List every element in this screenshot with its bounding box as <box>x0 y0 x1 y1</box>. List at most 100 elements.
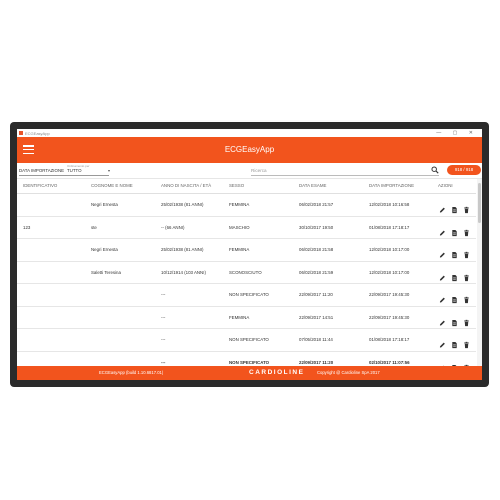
document-icon[interactable] <box>451 336 458 349</box>
cell-name: ste <box>91 224 97 230</box>
cell-id: 123 <box>23 224 31 230</box>
cell-import-date: 12/02/2018 10:16:58 <box>369 202 410 207</box>
cell-exam-date: 22/09/2017 14:51 <box>299 314 334 320</box>
cell-sex: NON SPECIFICATO <box>229 337 269 342</box>
cell-name: Negri Ernesta <box>91 202 118 207</box>
cell-import-date: 12/02/2018 10:17:00 <box>369 247 410 252</box>
cell-exam-date: 06/02/2018 21:57 <box>299 202 334 207</box>
cell-birth: 25/02/1938 (81 ANNI) <box>161 202 204 207</box>
cell-sex: MASCHIO <box>229 224 250 230</box>
document-icon[interactable] <box>451 269 458 281</box>
cell-exam-date: 22/09/2017 11:20 <box>299 292 333 297</box>
exams-table: IDENTIFICATIVO COGNOME E NOME ANNO DI NA… <box>17 179 476 380</box>
cell-name: Negri Ernesta <box>91 247 118 252</box>
document-icon[interactable] <box>451 201 458 214</box>
table-row[interactable]: Saletti Teresina 10/12/1914 (103 ANNI) SCO… <box>17 262 476 284</box>
range-value: TUTTO <box>67 168 82 173</box>
sort-field-value: DATA IMPORTAZIONE <box>19 168 65 173</box>
cell-birth: 25/02/1938 (81 ANNI) <box>161 247 204 252</box>
document-icon[interactable] <box>451 291 458 304</box>
cell-exam-date: 07/05/2018 11:44 <box>299 337 333 342</box>
table-scrollbar[interactable] <box>477 179 482 366</box>
cell-import-date: 12/02/2018 10:17:00 <box>369 269 410 275</box>
cell-import-date: 02/10/2017 11:07:56 <box>369 359 410 365</box>
cell-name: Saletti Teresina <box>91 269 121 275</box>
app-icon <box>19 131 23 135</box>
cardioline-logo: CARDIOLINE <box>249 369 305 376</box>
column-header-exam-date[interactable]: DATA ESAME <box>299 183 326 188</box>
cell-sex: NON SPECIFICATO <box>229 292 269 297</box>
search-input[interactable] <box>251 166 421 174</box>
cell-birth: --- <box>161 337 166 342</box>
record-count-button[interactable]: 918 / 918 <box>447 165 481 175</box>
document-icon[interactable] <box>451 314 458 326</box>
cell-sex: FEMMINA <box>229 314 250 320</box>
copyright-text: Copyright @ Cardioline SpA 2017 <box>317 370 380 375</box>
window-title: ECGEasyApp <box>25 131 50 136</box>
app-window: ECGEasyApp — ▢ ✕ ECGEasyApp Ordinamento … <box>17 129 482 380</box>
table-row[interactable]: --- NON SPECIFICATO 07/05/2018 11:44 01/08/… <box>17 329 476 352</box>
sort-select[interactable]: Ordinamento per DATA IMPORTAZIONE TUTTO … <box>19 164 110 176</box>
document-icon[interactable] <box>451 246 458 259</box>
cell-import-date: 22/09/2017 19:45:30 <box>369 292 410 297</box>
cell-sex: FEMMINA <box>229 247 250 252</box>
chevron-down-icon[interactable]: ▾ <box>108 168 110 173</box>
pencil-icon[interactable] <box>439 269 446 281</box>
pencil-icon[interactable] <box>439 291 446 303</box>
app-bar: ECGEasyApp <box>17 137 482 163</box>
table-row[interactable]: Negri Ernesta 25/02/1938 (81 ANNI) FEMMINA… <box>17 239 476 262</box>
cell-exam-date: 22/09/2017 11:20 <box>299 359 334 365</box>
column-header-actions: AZIONI <box>438 183 453 188</box>
trash-icon[interactable] <box>463 336 470 349</box>
pencil-icon[interactable] <box>439 224 446 236</box>
table-row[interactable]: Negri Ernesta 25/02/1938 (81 ANNI) FEMMINA… <box>17 194 476 217</box>
row-actions <box>437 269 473 281</box>
scrollbar-thumb[interactable] <box>477 183 481 223</box>
table-row[interactable]: --- NON SPECIFICATO 22/09/2017 11:20 22/09/… <box>17 284 476 307</box>
column-header-id[interactable]: IDENTIFICATIVO <box>23 183 57 188</box>
device-frame: ECGEasyApp — ▢ ✕ ECGEasyApp Ordinamento … <box>10 122 489 387</box>
column-header-import-date[interactable]: DATA IMPORTAZIONE <box>369 183 414 188</box>
window-titlebar: ECGEasyApp — ▢ ✕ <box>17 129 482 137</box>
footer-bar: ECGEasyApp (build 1.10.6817.01) CARDIOLI… <box>17 366 482 380</box>
trash-icon[interactable] <box>463 224 470 236</box>
column-header-sex[interactable]: SESSO <box>229 183 244 188</box>
cell-exam-date: 06/02/2018 21:58 <box>299 247 334 252</box>
cell-import-date: 01/08/2018 17:18:17 <box>369 337 410 342</box>
cell-import-date: 01/08/2018 17:18:17 <box>369 224 410 230</box>
trash-icon[interactable] <box>463 246 470 259</box>
search-icon[interactable] <box>431 166 439 174</box>
row-actions <box>437 246 473 259</box>
cell-birth: --- <box>161 292 166 297</box>
search-field <box>251 166 439 176</box>
build-info: ECGEasyApp (build 1.10.6817.01) <box>99 370 164 375</box>
trash-icon[interactable] <box>463 201 470 214</box>
table-body: Negri Ernesta 25/02/1938 (81 ANNI) FEMMINA… <box>17 194 476 380</box>
pencil-icon[interactable] <box>439 201 446 213</box>
table-header: IDENTIFICATIVO COGNOME E NOME ANNO DI NA… <box>17 179 476 194</box>
document-icon[interactable] <box>451 224 458 236</box>
cell-sex: FEMMINA <box>229 202 250 207</box>
cell-birth: --- <box>161 359 166 365</box>
cell-import-date: 22/09/2017 19:45:30 <box>369 314 410 320</box>
trash-icon[interactable] <box>463 314 470 326</box>
cell-birth: 10/12/1914 (103 ANNI) <box>161 269 206 275</box>
column-header-birth[interactable]: ANNO DI NASCITA / ETÀ <box>161 183 211 188</box>
table-row[interactable]: 123 ste -- (66 ANNI) MASCHIO 30/10/2017 19:5… <box>17 217 476 239</box>
table-row[interactable]: --- FEMMINA 22/09/2017 14:51 22/09/2017 19:… <box>17 307 476 329</box>
row-actions <box>437 201 473 214</box>
row-actions <box>437 336 473 349</box>
row-actions <box>437 314 473 326</box>
filter-bar: Ordinamento per DATA IMPORTAZIONE TUTTO … <box>17 163 482 179</box>
window-controls[interactable]: — ▢ ✕ <box>436 130 478 136</box>
cell-birth: -- (66 ANNI) <box>161 224 185 230</box>
row-actions <box>437 291 473 304</box>
column-header-name[interactable]: COGNOME E NOME <box>91 183 133 188</box>
pencil-icon[interactable] <box>439 314 446 326</box>
pencil-icon[interactable] <box>439 336 446 348</box>
trash-icon[interactable] <box>463 269 470 281</box>
cell-sex: NON SPECIFICATO <box>229 359 270 365</box>
pencil-icon[interactable] <box>439 246 446 258</box>
row-actions <box>437 224 473 236</box>
trash-icon[interactable] <box>463 291 470 304</box>
